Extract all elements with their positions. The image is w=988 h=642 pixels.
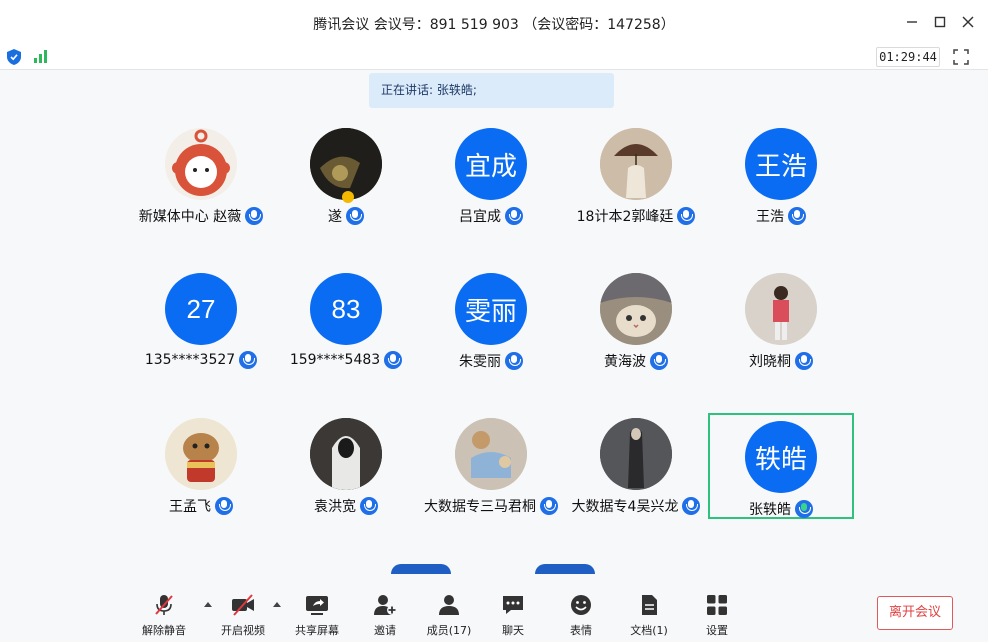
participant-name: 18计本2郭峰廷	[576, 209, 674, 225]
minimize-icon[interactable]	[902, 12, 922, 32]
host-badge-icon	[342, 191, 354, 203]
shield-icon[interactable]	[7, 49, 21, 65]
video-options-caret-icon[interactable]	[273, 602, 281, 607]
avatar-partial	[391, 564, 451, 574]
emoji-icon	[571, 595, 591, 615]
participant-name: 王浩	[756, 209, 784, 225]
speaking-banner: 正在讲话: 张轶皓;	[369, 73, 614, 108]
share-screen-button[interactable]: 共享屏幕	[285, 594, 349, 638]
mic-icon[interactable]	[505, 207, 523, 225]
participant-tile[interactable]: 王孟飞	[128, 410, 274, 516]
signal-icon[interactable]	[33, 49, 49, 63]
participant-tile[interactable]: 袁洪宽	[273, 410, 419, 516]
camera-off-icon	[232, 594, 254, 616]
avatar: 王浩	[745, 128, 817, 200]
participant-name: 黄海波	[604, 354, 646, 370]
participant-tile[interactable]: 27 135****3527	[128, 265, 274, 371]
participant-name: 刘晓桐	[749, 354, 791, 370]
mic-speaking-icon[interactable]	[795, 500, 813, 518]
settings-grid-icon	[707, 595, 727, 615]
participant-tile[interactable]: 刘晓桐	[708, 265, 854, 371]
leave-meeting-button[interactable]: 离开会议	[877, 596, 953, 630]
participant-tile[interactable]: 大数据专三马君桐	[418, 410, 564, 516]
mic-icon[interactable]	[682, 497, 701, 515]
participant-name: 159****5483	[289, 352, 381, 368]
avatar	[600, 128, 672, 200]
avatar	[310, 418, 382, 490]
participant-name: 张轶皓	[749, 502, 791, 518]
members-button[interactable]: 成员(17)	[417, 594, 481, 638]
participant-name: 遂	[328, 209, 342, 225]
avatar	[745, 273, 817, 345]
participant-tile-speaking[interactable]: 轶皓 张轶皓	[708, 413, 854, 519]
avatar	[165, 418, 237, 490]
start-video-button[interactable]: 开启视频	[211, 594, 275, 638]
chat-button[interactable]: 聊天	[481, 594, 545, 638]
participant-name: 朱雯丽	[459, 354, 501, 370]
participant-name: 王孟飞	[169, 499, 211, 515]
participant-name: 135****3527	[144, 352, 236, 368]
avatar	[455, 418, 527, 490]
share-screen-icon	[306, 596, 328, 615]
participant-tile[interactable]: 宜成 吕宜成	[418, 120, 564, 226]
avatar: 轶皓	[745, 421, 817, 493]
participant-tile[interactable]: 18计本2郭峰廷	[563, 120, 709, 226]
participant-tile[interactable]: 新媒体中心 赵薇	[128, 120, 274, 226]
mic-icon[interactable]	[677, 207, 696, 225]
participant-tile[interactable]: 雯丽 朱雯丽	[418, 265, 564, 371]
participant-name: 吕宜成	[459, 209, 501, 225]
avatar-partial	[535, 564, 595, 574]
meeting-timer: 01:29:44	[876, 47, 940, 67]
documents-button[interactable]: 文档(1)	[617, 594, 681, 638]
mic-icon[interactable]	[245, 207, 264, 225]
invite-icon	[374, 595, 397, 615]
avatar	[165, 128, 237, 200]
settings-button[interactable]: 设置	[685, 594, 749, 638]
avatar: 雯丽	[455, 273, 527, 345]
document-icon	[642, 595, 657, 615]
mic-icon[interactable]	[540, 497, 558, 515]
mic-icon[interactable]	[650, 352, 668, 370]
unmute-button[interactable]: 解除静音	[132, 594, 196, 638]
reactions-button[interactable]: 表情	[549, 594, 613, 638]
members-icon	[439, 595, 459, 615]
chat-icon	[503, 596, 523, 614]
invite-button[interactable]: 邀请	[353, 594, 417, 638]
maximize-icon[interactable]	[930, 12, 950, 32]
mic-icon[interactable]	[795, 352, 813, 370]
participant-tile[interactable]: 83 159****5483	[273, 265, 419, 371]
participant-name: 新媒体中心 赵薇	[138, 209, 242, 225]
avatar: 83	[310, 273, 382, 345]
participant-name: 袁洪宽	[314, 499, 356, 515]
participant-tile[interactable]: 王浩 王浩	[708, 120, 854, 226]
window-title: 腾讯会议 会议号：891 519 903 （会议密码：147258）	[313, 17, 675, 33]
avatar	[310, 128, 382, 200]
avatar	[600, 418, 672, 490]
mic-icon[interactable]	[215, 497, 233, 515]
participant-name: 大数据专4吴兴龙	[571, 499, 679, 515]
participant-tile[interactable]: 遂	[273, 120, 419, 226]
mic-icon[interactable]	[788, 207, 806, 225]
avatar	[600, 273, 672, 345]
mic-muted-icon	[155, 595, 173, 615]
mic-icon[interactable]	[360, 497, 378, 515]
participant-name: 大数据专三马君桐	[424, 499, 536, 515]
participant-tile[interactable]: 黄海波	[563, 265, 709, 371]
participant-tile[interactable]: 大数据专4吴兴龙	[563, 410, 709, 516]
status-bar: 01:29:44	[0, 44, 988, 70]
mic-icon[interactable]	[384, 351, 403, 369]
mic-icon[interactable]	[239, 351, 258, 369]
mic-icon[interactable]	[505, 352, 523, 370]
title-bar: 腾讯会议 会议号：891 519 903 （会议密码：147258）	[0, 0, 988, 44]
avatar: 27	[165, 273, 237, 345]
close-icon[interactable]	[958, 12, 978, 32]
mic-icon[interactable]	[346, 207, 364, 225]
avatar: 宜成	[455, 128, 527, 200]
fullscreen-icon[interactable]	[953, 49, 969, 65]
